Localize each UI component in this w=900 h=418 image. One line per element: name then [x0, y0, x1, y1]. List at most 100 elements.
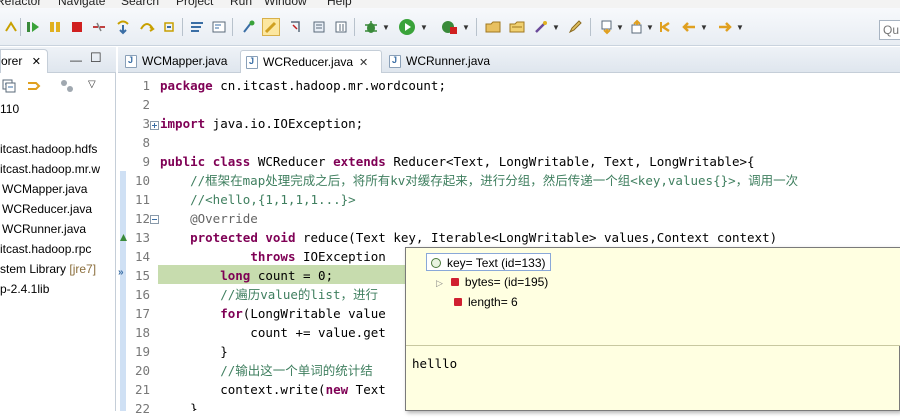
tree-item-file[interactable]: WCReducer.java	[0, 199, 116, 219]
run-icon[interactable]	[398, 18, 416, 36]
debug-icon[interactable]	[362, 18, 380, 36]
step-over-icon[interactable]	[138, 18, 156, 36]
next-annotation-icon[interactable]	[598, 18, 616, 36]
object-icon	[431, 258, 441, 268]
tree-item-package[interactable]: itcast.hadoop.hdfs	[0, 139, 116, 159]
tree-item-file[interactable]: WCMapper.java	[0, 179, 116, 199]
next-annotation-dropdown-icon[interactable]: ▼	[616, 23, 624, 32]
previous-annotation-icon[interactable]	[628, 18, 646, 36]
code-line-comment: //遍历value的list，进行	[160, 287, 378, 302]
forward-icon[interactable]	[716, 18, 734, 36]
pencil-icon[interactable]	[566, 18, 584, 36]
variable-hover-popup[interactable]: key= Text (id=133) ▷ bytes= (id=195) leng…	[405, 247, 900, 411]
menu-run[interactable]: Run	[230, 0, 252, 8]
menu-bar: Refactor Navigate Search Project Run Win…	[0, 0, 900, 8]
keyword-token: public	[160, 154, 206, 169]
toolbar-separator	[20, 18, 21, 36]
code-line: import java.io.IOException;	[160, 116, 364, 131]
terminate-icon[interactable]	[68, 18, 86, 36]
use-step-filters-icon[interactable]	[188, 18, 206, 36]
focus-icon[interactable]	[60, 79, 74, 96]
tab-label: WCMapper.java	[142, 54, 228, 68]
tree-item[interactable]	[0, 119, 116, 139]
drop-to-frame-icon[interactable]	[160, 18, 178, 36]
forward-dropdown-icon[interactable]: ▼	[736, 23, 744, 32]
toggle-breakpoint-icon[interactable]	[240, 18, 258, 36]
step-return-icon[interactable]	[2, 18, 20, 36]
variable-root-row[interactable]: key= Text (id=133)	[426, 253, 551, 271]
debug-dropdown-icon[interactable]: ▼	[382, 23, 390, 32]
back-dropdown-icon[interactable]: ▼	[700, 23, 708, 32]
back-icon[interactable]	[680, 18, 698, 36]
tab-wcrunner[interactable]: WCRunner.java	[384, 50, 504, 73]
code-line: long count = 0;	[220, 268, 334, 283]
suspend-icon[interactable]	[46, 18, 64, 36]
toggle-block-selection-icon[interactable]	[310, 18, 328, 36]
show-whitespace-icon[interactable]	[286, 18, 304, 36]
keyword-token: new	[325, 382, 349, 397]
tree-item-package[interactable]: itcast.hadoop.rpc	[0, 239, 116, 259]
show-paragraph-icon[interactable]	[332, 18, 350, 36]
variable-child-label: length= 6	[468, 295, 518, 309]
tab-wcreducer[interactable]: WCReducer.java ✕	[240, 50, 382, 73]
menu-refactor[interactable]: Refactor	[0, 0, 41, 8]
explorer-tab-label: orer	[1, 54, 23, 68]
external-tools-icon[interactable]	[440, 18, 458, 36]
run-dropdown-icon[interactable]: ▼	[420, 23, 428, 32]
tab-wcmapper[interactable]: WCMapper.java	[120, 50, 238, 73]
java-file-icon	[246, 56, 258, 69]
variable-tree: key= Text (id=133) ▷ bytes= (id=195) leng…	[406, 248, 900, 346]
menu-search[interactable]: Search	[121, 0, 159, 8]
minimize-icon[interactable]: —	[70, 53, 82, 67]
menu-window[interactable]: Window	[264, 0, 307, 8]
line-number: 13	[134, 230, 150, 245]
tab-label: WCReducer.java	[263, 55, 354, 69]
open-folder-icon[interactable]	[508, 18, 526, 36]
wand-icon[interactable]	[532, 18, 550, 36]
open-console-icon[interactable]	[210, 18, 228, 36]
expand-arrow-icon[interactable]: ▷	[436, 278, 443, 288]
tree-item-package[interactable]: itcast.hadoop.mr.w	[0, 159, 116, 179]
new-java-project-icon[interactable]	[484, 18, 502, 36]
link-with-editor-icon[interactable]	[26, 79, 42, 96]
line-number: 22	[134, 401, 150, 416]
tree-item-library[interactable]: p-2.4.1lib	[0, 279, 116, 299]
external-tools-dropdown-icon[interactable]: ▼	[462, 23, 470, 32]
code-line: protected void reduce(Text key, Iterable…	[190, 230, 778, 245]
previous-annotation-dropdown-icon[interactable]: ▼	[646, 23, 654, 32]
close-icon[interactable]: ✕	[32, 56, 41, 68]
menu-project[interactable]: Project	[176, 0, 213, 8]
last-edit-location-icon[interactable]	[656, 18, 674, 36]
wand-dropdown-icon[interactable]: ▼	[552, 23, 560, 32]
view-menu-icon[interactable]: ▽	[88, 79, 96, 90]
variable-child-row[interactable]: length= 6	[454, 293, 518, 311]
keyword-token: package	[160, 78, 213, 93]
step-into-icon[interactable]	[114, 18, 132, 36]
tree-item[interactable]: 110	[0, 99, 116, 119]
tab-package-explorer[interactable]: orer ✕	[0, 49, 48, 73]
tree-item-label: WCReducer.java	[2, 202, 93, 216]
keyword-token: import	[160, 116, 206, 131]
tree-item-label: WCMapper.java	[2, 182, 88, 196]
toolbar-separator	[354, 18, 355, 36]
quick-access-input[interactable]	[879, 20, 900, 40]
keyword-token: protected	[190, 230, 258, 245]
line-number: 21	[134, 382, 150, 397]
java-file-icon	[389, 55, 401, 68]
mark-occurrences-icon[interactable]	[262, 18, 280, 36]
code-line-annotation: @Override	[160, 211, 258, 226]
collapse-all-icon[interactable]	[2, 79, 16, 96]
line-number: 17	[134, 306, 150, 321]
menu-navigate[interactable]: Navigate	[58, 0, 105, 8]
tree-item-library[interactable]: stem Library [jre7]	[0, 259, 116, 279]
tree-item-file[interactable]: WCRunner.java	[0, 219, 116, 239]
menu-help[interactable]: Help	[327, 0, 352, 8]
variable-child-row[interactable]: ▷ bytes= (id=195)	[436, 273, 548, 291]
resume-icon[interactable]	[24, 18, 42, 36]
close-icon[interactable]: ✕	[359, 57, 368, 69]
maximize-icon[interactable]: ☐	[90, 50, 102, 66]
disconnect-icon[interactable]	[90, 18, 108, 36]
toolbar-separator	[476, 18, 477, 36]
editor-tabbar: WCMapper.java WCReducer.java ✕ WCRunner.j…	[118, 47, 900, 73]
tree-item-label: itcast.hadoop.hdfs	[0, 142, 98, 156]
